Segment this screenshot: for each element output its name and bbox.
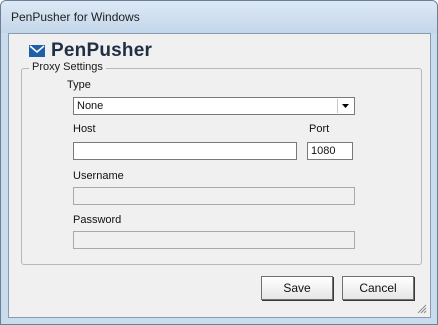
port-label: Port [309,123,330,135]
app-window: PenPusher for Windows PenPusher Proxy Se… [0,0,438,325]
username-label: Username [73,170,124,182]
dialog-body: PenPusher Proxy Settings Type None Host … [8,33,431,318]
host-input[interactable] [73,142,297,160]
save-button[interactable]: Save [261,276,333,300]
title-bar[interactable]: PenPusher for Windows [1,1,437,33]
password-input[interactable] [73,231,355,249]
port-input[interactable] [307,142,353,160]
username-input[interactable] [73,187,355,205]
password-label: Password [73,214,122,226]
type-label: Type [67,79,91,91]
proxy-settings-legend: Proxy Settings [29,61,106,73]
chevron-down-icon [342,104,349,108]
proxy-settings-group: Proxy Settings Type None Host Port Usern… [21,61,422,265]
host-label: Host [73,123,96,135]
envelope-icon [29,45,45,57]
brand-name: PenPusher [51,40,153,61]
type-select[interactable]: None [73,97,355,115]
cancel-button[interactable]: Cancel [342,276,414,300]
dropdown-button[interactable] [337,99,353,113]
brand-header: PenPusher [29,40,153,61]
resize-grip[interactable] [415,302,427,314]
type-select-value: None [77,100,104,112]
window-title: PenPusher for Windows [11,10,140,24]
